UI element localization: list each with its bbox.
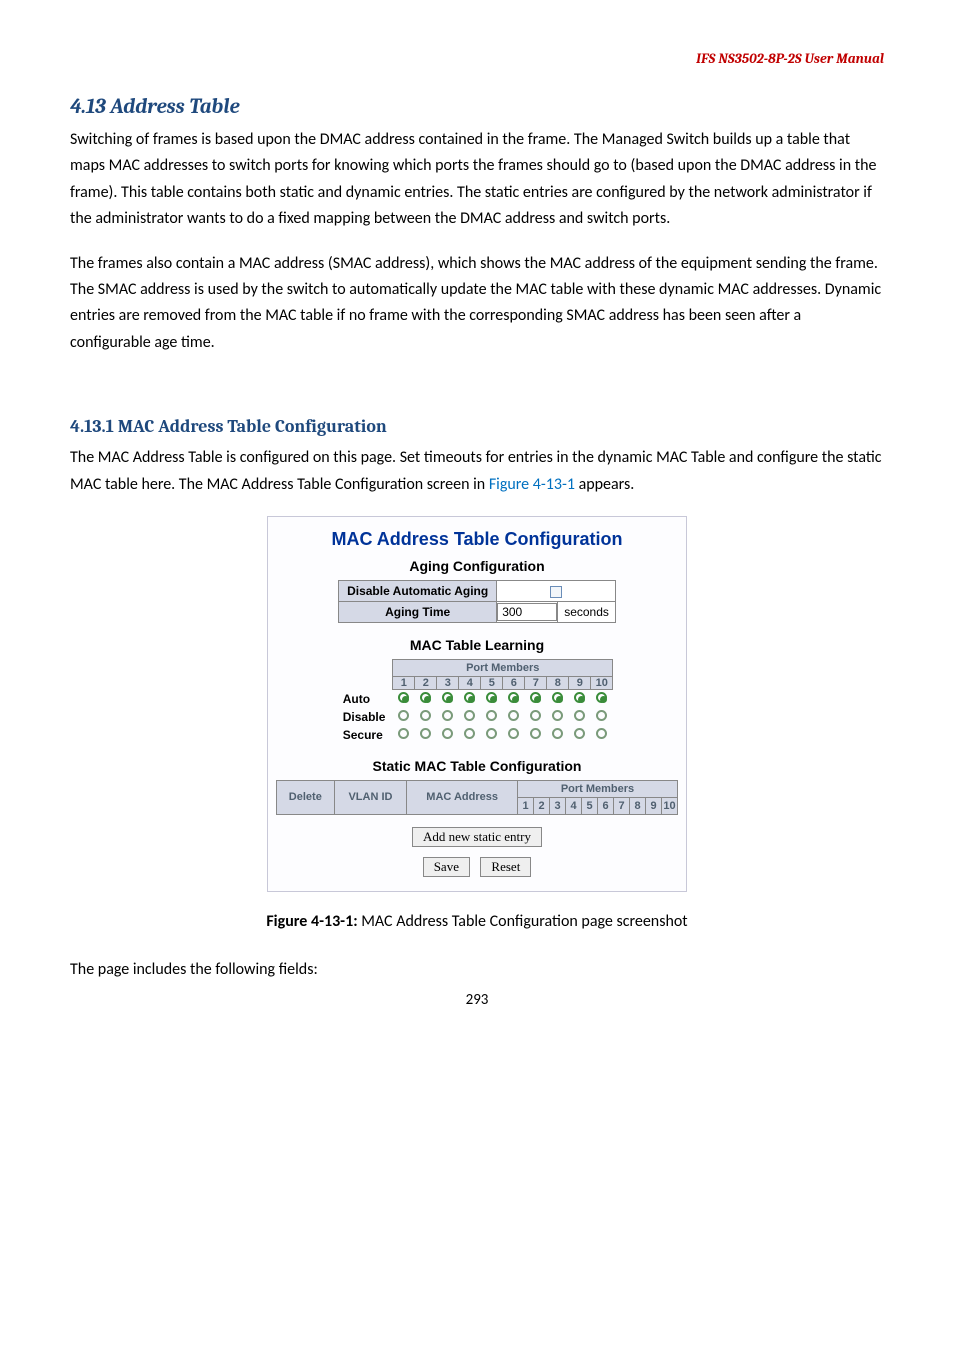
- section-paragraph-1: Switching of frames is based upon the DM…: [70, 127, 884, 233]
- static-port-1: 1: [518, 797, 534, 814]
- static-port-9: 9: [646, 797, 662, 814]
- radio-auto-3[interactable]: [442, 692, 453, 703]
- static-port-10: 10: [662, 797, 678, 814]
- radio-secure-6[interactable]: [508, 728, 519, 739]
- learn-row-disable: Disable: [341, 708, 613, 726]
- radio-disable-3[interactable]: [442, 710, 453, 721]
- page-header: IFS NS3502-8P-2S User Manual: [70, 50, 884, 67]
- config-figure: MAC Address Table Configuration Aging Co…: [267, 516, 687, 892]
- port-col-10: 10: [591, 676, 613, 689]
- port-col-4: 4: [459, 676, 481, 689]
- radio-auto-9[interactable]: [574, 692, 585, 703]
- port-members-header: Port Members: [393, 659, 613, 676]
- radio-disable-10[interactable]: [596, 710, 607, 721]
- port-col-6: 6: [503, 676, 525, 689]
- disable-aging-label: Disable Automatic Aging: [339, 580, 497, 601]
- aging-time-label: Aging Time: [339, 601, 497, 622]
- text-after-link: appears.: [575, 475, 634, 494]
- disable-aging-checkbox[interactable]: [550, 586, 562, 598]
- static-header-mac: MAC Address: [407, 780, 518, 814]
- static-port-5: 5: [582, 797, 598, 814]
- figure-title: MAC Address Table Configuration: [276, 529, 678, 550]
- text-before-link: The MAC Address Table is configured on t…: [70, 448, 882, 493]
- radio-disable-9[interactable]: [574, 710, 585, 721]
- reset-button[interactable]: Reset: [480, 857, 531, 877]
- radio-secure-1[interactable]: [398, 728, 409, 739]
- radio-auto-6[interactable]: [508, 692, 519, 703]
- figure-caption: Figure 4-13-1: MAC Address Table Configu…: [70, 912, 884, 931]
- save-button[interactable]: Save: [423, 857, 470, 877]
- section-heading: 4.13 Address Table: [70, 95, 884, 119]
- learn-row-secure: Secure: [341, 726, 613, 744]
- radio-disable-2[interactable]: [420, 710, 431, 721]
- radio-disable-8[interactable]: [552, 710, 563, 721]
- learn-row-auto: Auto: [341, 689, 613, 708]
- mac-learning-heading: MAC Table Learning: [276, 637, 678, 653]
- subsection-paragraph: The MAC Address Table is configured on t…: [70, 445, 884, 498]
- radio-secure-9[interactable]: [574, 728, 585, 739]
- static-port-members-header: Port Members: [518, 780, 678, 797]
- port-col-1: 1: [393, 676, 415, 689]
- port-col-8: 8: [547, 676, 569, 689]
- static-port-8: 8: [630, 797, 646, 814]
- radio-disable-4[interactable]: [464, 710, 475, 721]
- radio-auto-7[interactable]: [530, 692, 541, 703]
- port-col-2: 2: [415, 676, 437, 689]
- aging-time-input[interactable]: [497, 603, 557, 621]
- static-port-3: 3: [550, 797, 566, 814]
- radio-auto-5[interactable]: [486, 692, 497, 703]
- caption-text: MAC Address Table Configuration page scr…: [358, 912, 688, 931]
- add-entry-button[interactable]: Add new static entry: [412, 827, 542, 847]
- radio-secure-3[interactable]: [442, 728, 453, 739]
- mac-learning-table: Port Members 1 2 3 4 5 6 7 8 9 10 Auto: [341, 659, 614, 744]
- trailing-line: The page includes the following fields:: [70, 957, 884, 983]
- static-port-7: 7: [614, 797, 630, 814]
- aging-config-heading: Aging Configuration: [276, 558, 678, 574]
- row-label-auto: Auto: [341, 689, 393, 708]
- radio-secure-8[interactable]: [552, 728, 563, 739]
- radio-auto-4[interactable]: [464, 692, 475, 703]
- static-port-6: 6: [598, 797, 614, 814]
- radio-auto-1[interactable]: [398, 692, 409, 703]
- radio-secure-10[interactable]: [596, 728, 607, 739]
- port-col-9: 9: [569, 676, 591, 689]
- radio-disable-5[interactable]: [486, 710, 497, 721]
- static-config-heading: Static MAC Table Configuration: [276, 758, 678, 774]
- radio-secure-5[interactable]: [486, 728, 497, 739]
- aging-time-unit: seconds: [558, 601, 616, 622]
- page-number: 293: [70, 991, 884, 1009]
- subsection-heading: 4.13.1 MAC Address Table Configuration: [70, 416, 884, 437]
- static-port-2: 2: [534, 797, 550, 814]
- figure-link: Figure 4-13-1: [489, 475, 575, 494]
- static-header-delete: Delete: [277, 780, 335, 814]
- row-label-disable: Disable: [341, 708, 393, 726]
- caption-bold: Figure 4-13-1:: [266, 912, 357, 931]
- static-mac-table: Delete VLAN ID MAC Address Port Members …: [276, 780, 678, 815]
- port-col-5: 5: [481, 676, 503, 689]
- row-label-secure: Secure: [341, 726, 393, 744]
- port-col-7: 7: [525, 676, 547, 689]
- port-col-3: 3: [437, 676, 459, 689]
- static-header-vlan: VLAN ID: [334, 780, 407, 814]
- radio-disable-6[interactable]: [508, 710, 519, 721]
- static-port-4: 4: [566, 797, 582, 814]
- aging-config-table: Disable Automatic Aging Aging Time secon…: [338, 580, 616, 623]
- radio-secure-4[interactable]: [464, 728, 475, 739]
- radio-auto-2[interactable]: [420, 692, 431, 703]
- radio-disable-1[interactable]: [398, 710, 409, 721]
- radio-auto-10[interactable]: [596, 692, 607, 703]
- radio-disable-7[interactable]: [530, 710, 541, 721]
- section-paragraph-2: The frames also contain a MAC address (S…: [70, 251, 884, 357]
- radio-secure-7[interactable]: [530, 728, 541, 739]
- radio-auto-8[interactable]: [552, 692, 563, 703]
- radio-secure-2[interactable]: [420, 728, 431, 739]
